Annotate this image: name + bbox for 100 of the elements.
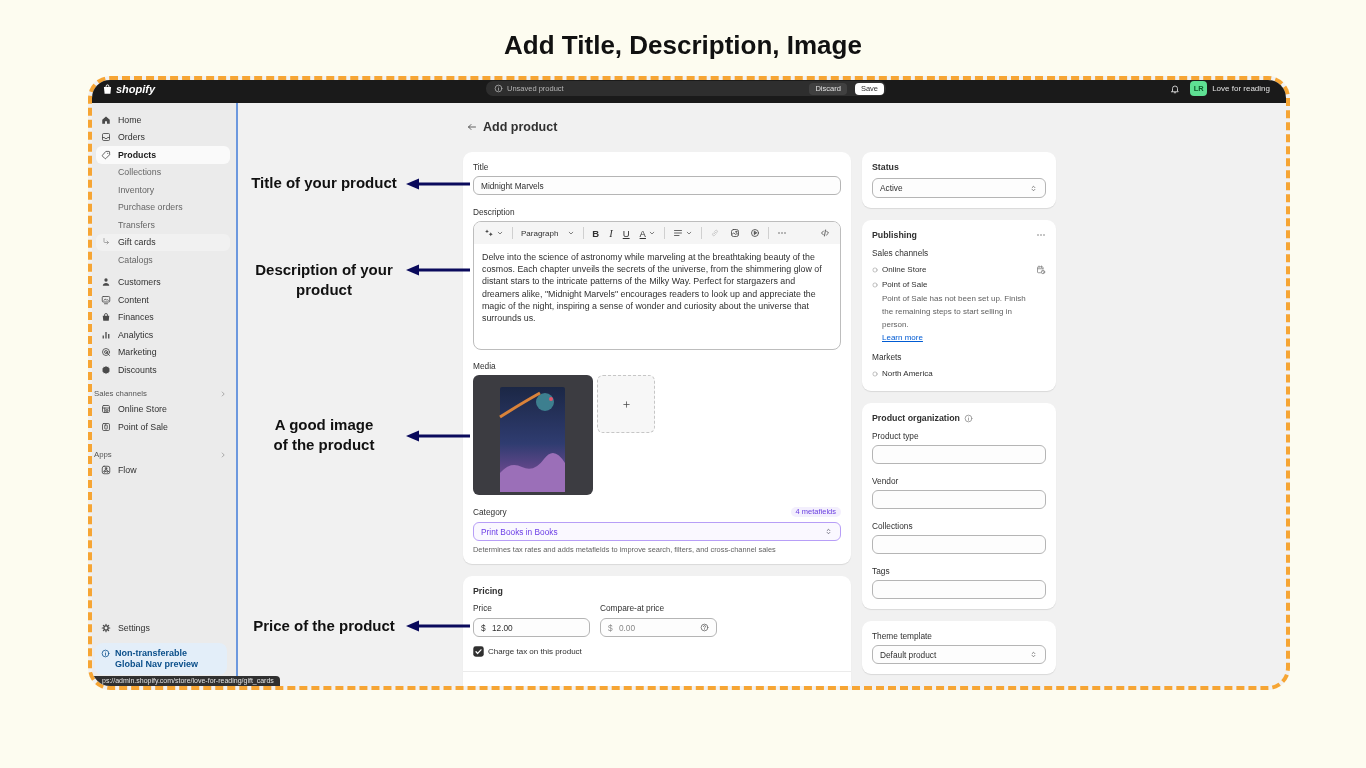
bold-button[interactable]: B [592,226,600,240]
page-heading: Add Title, Description, Image [503,30,863,60]
select-arrows-icon [1029,650,1038,659]
play-icon[interactable] [749,228,760,238]
card-title: Publishing [872,230,917,240]
nav-subitem[interactable]: Inventory [96,181,230,199]
field-label: Vendor [872,476,899,486]
bag-logo-icon [102,82,113,95]
nodes-icon [101,465,111,476]
nav-subitem[interactable]: Catalogs [96,251,230,269]
circle-icon [872,370,878,377]
nav-item[interactable]: Customers [96,273,230,291]
back-arrow-icon[interactable] [467,122,477,132]
nav-item[interactable]: Home [96,111,230,129]
nav-item[interactable]: Marketing [96,343,230,361]
nav-subitem[interactable]: Collections [96,163,230,181]
settings-icon [101,623,111,634]
text-color-button[interactable]: A [639,226,656,240]
target-icon [101,347,111,358]
underline-button[interactable]: U [622,226,630,240]
annotation-label: A good image of the product [272,415,376,455]
nav-item[interactable]: Settings [96,619,230,637]
theme-template-select[interactable]: Default product [872,645,1046,664]
bell-icon[interactable] [1170,83,1181,94]
status-select[interactable]: Active [872,178,1046,198]
nav-item[interactable]: Discounts [96,361,230,379]
section-label: Sales channels [872,248,929,258]
photo-placeholder[interactable] [473,375,593,495]
annotation-arrow [406,620,470,632]
add-media-button[interactable] [597,375,655,433]
monitor-icon [101,294,111,305]
annotation-arrow [406,264,470,276]
card-title: Status [872,162,900,172]
field-label: Category [473,507,507,517]
notice-banner[interactable]: Non-transferable Global Nav preview [95,643,227,675]
field-label: Description [473,207,515,217]
field-label: Compare-at price [600,603,665,613]
house-icon [101,114,111,125]
annotation-arrow [406,178,470,190]
learn-more-link[interactable]: Learn more [882,331,923,344]
text-input[interactable] [872,535,1046,554]
image-icon[interactable] [729,228,740,238]
nav-item[interactable]: Analytics [96,326,230,344]
title-input[interactable]: Midnight Marvels [473,176,841,195]
chevron-right-icon[interactable] [219,389,227,398]
page-title: Add product [483,120,558,134]
checkbox-label: Charge tax on this product [488,647,582,656]
caret-down-icon [684,229,693,237]
field-label: Media [473,361,496,371]
tag-icon [101,149,111,160]
nav-subitem[interactable]: Gift cards [96,233,230,251]
description-text: Delve into the science of astronomy while marveling at the breathtaking beauty of the cosmos. Each chapter unveils the secrets of the universe, from the shimmering glow of distant stars to the intricate patterns of the Milky Way. Perfect for stargazers and dreamers alike, "Midnight Marvels" encourages readers to look up and appreciate the magic of the night, inspiring a sense of wonder and curiosity about the universe that surrounds us. [481,251,823,325]
category-select[interactable]: Print Books in Books [473,522,841,541]
text-input[interactable] [872,580,1046,599]
select-arrows-icon [824,527,833,536]
nav-item[interactable]: Flow [96,461,230,479]
annotation-arrow [406,430,470,442]
calendar-clock-icon[interactable] [1036,264,1046,275]
nav-item[interactable]: Point of Sale [96,418,230,436]
channel-name: Online Store [882,265,927,274]
nav-item[interactable]: Products [96,146,230,164]
field-label: Collections [872,521,913,531]
sparkle-icon [484,228,494,238]
text-style-dropdown[interactable]: Paragraph [521,226,576,240]
nav-item[interactable]: Content [96,291,230,309]
card-title: Product organization [872,413,960,423]
logo-text: shopify [116,82,156,95]
caret-down-icon [647,229,656,237]
text-input[interactable] [872,445,1046,464]
price-input[interactable]: $ 12.00 [473,618,590,637]
channel-name: Point of Sale [882,280,928,289]
chevron-right-icon[interactable] [219,450,227,459]
italic-button[interactable]: I [609,226,613,240]
align-icon [672,228,683,238]
store-icon [101,404,111,415]
nav-subitem[interactable]: Transfers [96,216,230,234]
nav-subitem[interactable]: Purchase orders [96,198,230,216]
info-icon [494,84,503,93]
checkbox[interactable] [473,646,484,657]
device-icon [101,421,111,432]
annotation-label: Price of the product [252,616,396,636]
info-icon[interactable] [964,413,973,423]
annotation-label: Title of your product [250,173,398,193]
card-title: Pricing [473,586,504,596]
field-label: Theme template [872,631,932,641]
description-editor[interactable] [473,221,841,350]
person-icon [101,277,111,288]
nav-item[interactable]: Orders [96,128,230,146]
help-icon[interactable] [700,623,709,632]
notice-text: Non-transferable Global Nav preview [115,648,200,670]
badge-icon [101,364,111,375]
nav-item[interactable]: Online Store [96,400,230,418]
annotation-label: Description of your product [254,260,394,300]
circle-icon [872,266,878,273]
text-input[interactable] [872,490,1046,509]
code-icon[interactable] [820,228,830,238]
field-label: Price [473,603,492,613]
nav-item[interactable]: Finances [96,308,230,326]
bar-chart-icon [101,329,111,340]
compare-price-input[interactable]: $ 0.00 [600,618,717,637]
